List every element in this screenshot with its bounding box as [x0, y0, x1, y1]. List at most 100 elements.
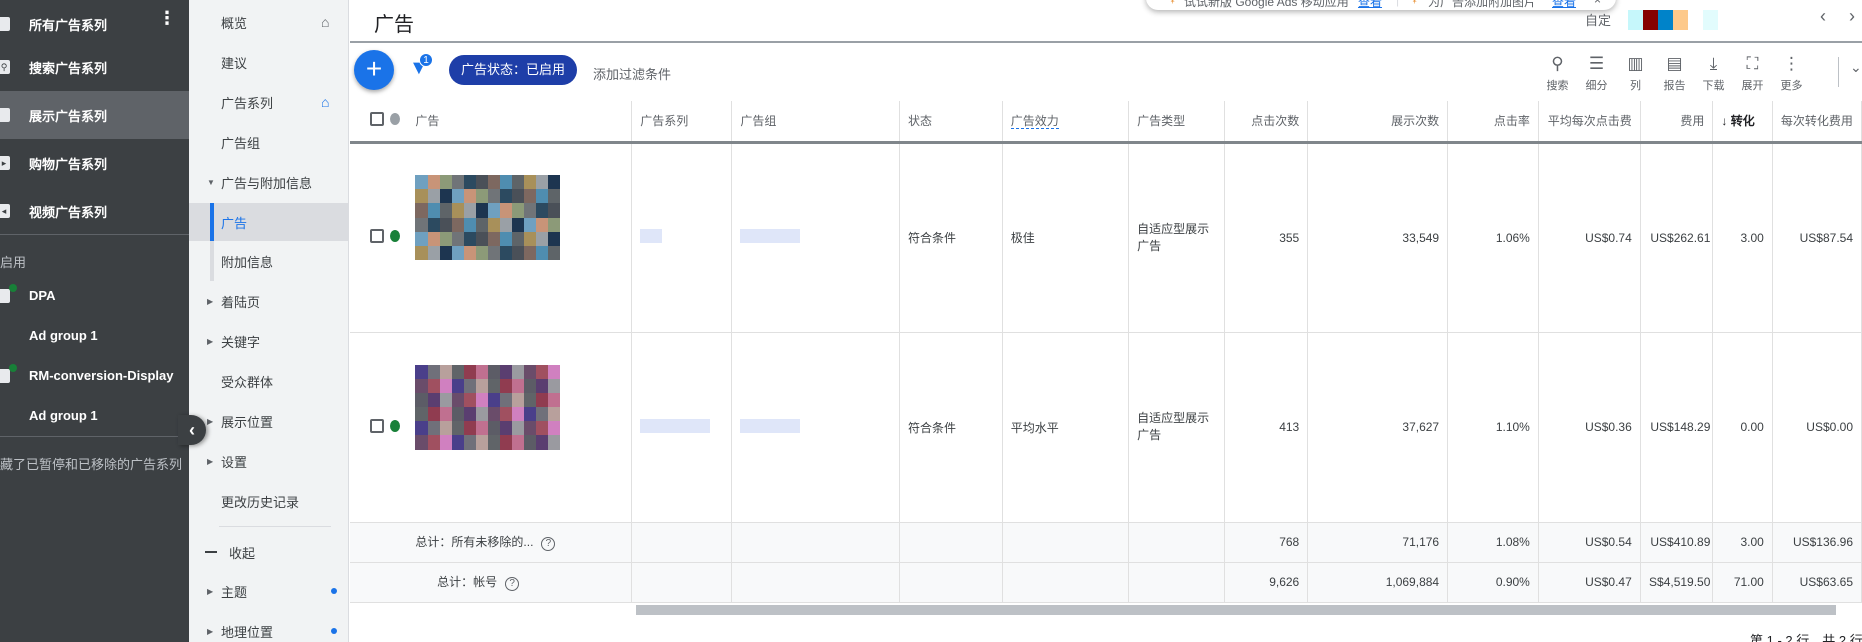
display-campaign-icon: [0, 289, 10, 303]
download-button[interactable]: ⤓ 下载: [1694, 53, 1733, 93]
segment-button[interactable]: ☰ 细分: [1577, 53, 1616, 93]
avg-cpc-cell: US$0.54: [1538, 522, 1641, 563]
total-row: 总计：所有未移除的...? 768 71,176 1.08% US$0.54 U…: [350, 522, 1862, 563]
col-header-ad[interactable]: 广告: [407, 101, 633, 144]
campaign-cell[interactable]: [631, 332, 733, 523]
cost-per-conv-cell: US$87.54: [1772, 142, 1862, 333]
avg-cpc-cell: US$0.47: [1538, 562, 1641, 603]
home-icon: ⌂: [321, 14, 330, 30]
reports-button[interactable]: ▤ 报告: [1655, 53, 1694, 93]
avg-cpc-cell: US$0.74: [1538, 142, 1641, 333]
menu-item-ads-extensions[interactable]: ▼ 广告与附加信息: [189, 163, 349, 201]
row-checkbox[interactable]: [350, 142, 386, 333]
adgroup-item[interactable]: Ad group 1: [0, 316, 189, 356]
impressions-cell: 33,549: [1307, 142, 1449, 333]
ad-strength-cell: 平均水平: [1002, 332, 1130, 523]
menu-item-placements[interactable]: ▶ 展示位置: [189, 402, 349, 440]
menu-item-overview[interactable]: 概览 ⌂: [189, 3, 349, 41]
adgroup-cell[interactable]: [731, 142, 901, 333]
cost-cell: US$262.61: [1640, 142, 1714, 333]
ctr-cell: 1.10%: [1447, 332, 1539, 523]
menu-item-collapse[interactable]: 收起: [189, 533, 349, 571]
columns-button[interactable]: ▥ 列: [1616, 53, 1655, 93]
col-header-clicks[interactable]: 点击次数: [1224, 101, 1309, 144]
ad-preview[interactable]: [407, 142, 633, 333]
col-header-ad-type[interactable]: 广告类型: [1128, 101, 1226, 144]
col-header-cost[interactable]: 费用: [1640, 101, 1714, 144]
campaign-item[interactable]: RM-conversion-Display: [0, 356, 189, 396]
expand-button[interactable]: ⛶ 展开: [1733, 53, 1772, 93]
toolbar-tools: ⚲ 搜索 ☰ 细分 ▥ 列 ▤ 报告 ⤓ 下载 ⛶ 展开 ⋮ 更多: [1538, 53, 1811, 93]
adgroup-cell[interactable]: [731, 332, 901, 523]
menu-item-campaigns[interactable]: 广告系列 ⌂: [189, 83, 349, 121]
horizontal-scrollbar[interactable]: [636, 605, 1836, 615]
nav-search-campaigns[interactable]: ⚲ 搜索广告系列: [0, 43, 189, 91]
row-checkbox[interactable]: [350, 332, 386, 523]
impressions-cell: 37,627: [1307, 332, 1449, 523]
filter-chip-ad-status[interactable]: 广告状态：已启用: [449, 55, 578, 85]
menu-item-change-history[interactable]: 更改历史记录: [189, 482, 349, 520]
nav-display-campaigns[interactable]: 展示广告系列: [0, 91, 189, 139]
main-content: 广告 ♀ 试试新版 Google Ads 移动应用 查看 | ♀ 为广告添加附加…: [350, 0, 1862, 642]
chevron-left-icon[interactable]: ‹: [1820, 6, 1826, 26]
cost-per-conv-cell: US$63.65: [1772, 562, 1862, 603]
customize-label[interactable]: 自定: [1585, 10, 1611, 29]
menu-item-settings[interactable]: ▶ 设置: [189, 442, 349, 480]
search-button[interactable]: ⚲ 搜索: [1538, 53, 1577, 93]
nav-video-campaigns[interactable]: ◂ 视频广告系列: [0, 187, 189, 235]
menu-item-landing-pages[interactable]: ▶ 着陆页: [189, 282, 349, 320]
menu-item-adgroups[interactable]: 广告组: [189, 123, 349, 161]
col-header-ctr[interactable]: 点击率: [1447, 101, 1539, 144]
table-header-row: 广告 广告系列 广告组 状态 广告效力 广告类型 点击次数 展示次数 点击率 平…: [350, 101, 1862, 144]
add-button[interactable]: +: [354, 50, 394, 90]
col-header-ad-strength[interactable]: 广告效力: [1002, 101, 1130, 144]
close-icon[interactable]: ×: [1594, 0, 1601, 7]
ad-strength-cell: 极佳: [1002, 142, 1130, 333]
video-campaign-icon: ◂: [0, 204, 10, 218]
view-link[interactable]: 查看: [1358, 0, 1382, 10]
menu-item-topics[interactable]: ▶ 主题: [189, 572, 349, 610]
select-all-checkbox[interactable]: [350, 101, 386, 144]
col-header-campaign[interactable]: 广告系列: [631, 101, 733, 144]
more-icon[interactable]: ⋮: [158, 8, 176, 28]
campaign-cell[interactable]: [631, 142, 733, 333]
menu-item-keywords[interactable]: ▶ 关键字: [189, 322, 349, 360]
more-button[interactable]: ⋮ 更多: [1772, 53, 1811, 93]
status-cell: 符合条件: [899, 142, 1003, 333]
caret-right-icon: ▶: [207, 416, 214, 426]
col-header-adgroup[interactable]: 广告组: [731, 101, 901, 144]
swatch: [1628, 10, 1643, 30]
segment-icon: ☰: [1588, 54, 1605, 73]
help-icon[interactable]: ?: [541, 537, 556, 551]
col-header-avg-cpc[interactable]: 平均每次点击费: [1538, 101, 1641, 144]
nav-shopping-campaigns[interactable]: ▸ 购物广告系列: [0, 139, 189, 187]
conversions-cell: 71.00: [1712, 562, 1773, 603]
table-row: 符合条件 极佳 自适应型展示广告 355 33,549 1.06% US$0.7…: [350, 142, 1862, 333]
adgroup-item[interactable]: Ad group 1: [0, 396, 189, 436]
chevron-down-icon[interactable]: ⌄: [1850, 59, 1862, 76]
search-campaign-icon: ⚲: [0, 60, 10, 74]
status-dot: [385, 332, 408, 523]
menu-item-audiences[interactable]: 受众群体: [189, 362, 349, 400]
menu-item-locations[interactable]: ▶ 地理位置: [189, 612, 349, 642]
clicks-cell: 9,626: [1224, 562, 1309, 603]
chevron-right-icon[interactable]: ›: [1849, 6, 1855, 26]
menu-item-ads[interactable]: 广告: [189, 203, 349, 241]
menu-item-recommendations[interactable]: 建议: [189, 43, 349, 81]
clicks-cell: 355: [1224, 142, 1309, 333]
home-icon: ⌂: [321, 94, 330, 110]
view-link[interactable]: 查看: [1552, 0, 1576, 10]
add-filter-button[interactable]: 添加过滤条件: [593, 64, 671, 83]
menu-item-extensions[interactable]: 附加信息: [189, 242, 349, 280]
minus-icon: [205, 551, 217, 553]
campaign-item[interactable]: DPA: [0, 276, 189, 316]
ad-preview[interactable]: [407, 332, 633, 523]
col-header-status[interactable]: 状态: [899, 101, 1003, 144]
col-header-conversions[interactable]: ↓ 转化: [1712, 101, 1773, 144]
ad-thumbnail: [415, 175, 561, 260]
help-icon[interactable]: ?: [505, 577, 520, 591]
col-header-cost-per-conv[interactable]: 每次转化费用: [1772, 101, 1862, 144]
total-label: ⌄总计：帐号?: [407, 562, 633, 603]
col-header-impressions[interactable]: 展示次数: [1307, 101, 1449, 144]
page-menu: 概览 ⌂ 建议 广告系列 ⌂ 广告组 ▼ 广告与附加信息 广告 附加信息 ▶ 着陆页 ▶…: [189, 0, 349, 642]
